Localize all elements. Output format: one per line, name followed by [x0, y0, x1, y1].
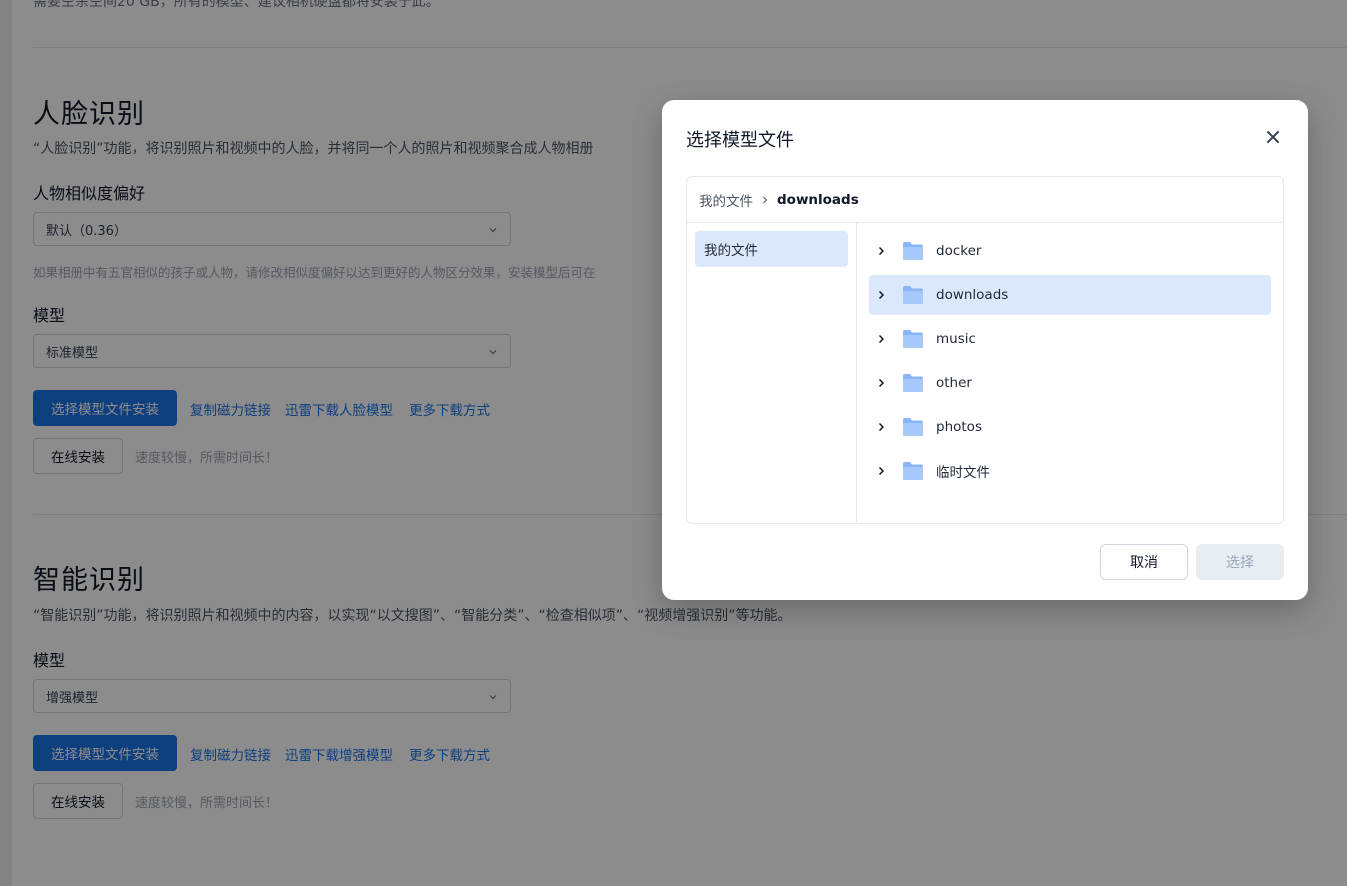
folder-row-photos[interactable]: photos	[869, 407, 1271, 447]
folder-icon	[903, 286, 923, 304]
file-browser: 我的文件 downloads 我的文件 docker downloads mus…	[686, 176, 1284, 524]
chevron-right-icon[interactable]	[876, 378, 886, 388]
sidebar-item-my-files[interactable]: 我的文件	[695, 231, 848, 267]
folder-name: docker	[936, 243, 982, 259]
breadcrumb-item-downloads: downloads	[777, 191, 859, 208]
folder-icon	[903, 462, 923, 480]
folder-icon	[903, 418, 923, 436]
close-icon[interactable]	[1264, 128, 1282, 146]
folder-icon	[903, 330, 923, 348]
folder-name: downloads	[936, 287, 1009, 303]
folder-row-docker[interactable]: docker	[869, 231, 1271, 271]
folder-icon	[903, 374, 923, 392]
chevron-right-icon[interactable]	[876, 246, 886, 256]
chevron-right-icon[interactable]	[876, 290, 886, 300]
cancel-button[interactable]: 取消	[1100, 544, 1188, 580]
folder-name: photos	[936, 419, 982, 435]
folder-row-music[interactable]: music	[869, 319, 1271, 359]
folder-name: other	[936, 375, 972, 391]
folder-row-downloads[interactable]: downloads	[869, 275, 1271, 315]
breadcrumb-item-my-files[interactable]: 我的文件	[699, 190, 753, 210]
chevron-right-icon	[763, 196, 768, 203]
folder-row-other[interactable]: other	[869, 363, 1271, 403]
chevron-right-icon[interactable]	[876, 334, 886, 344]
chevron-right-icon[interactable]	[876, 422, 886, 432]
dialog-title: 选择模型文件	[686, 130, 794, 151]
select-button[interactable]: 选择	[1196, 544, 1284, 580]
chevron-right-icon[interactable]	[876, 466, 886, 476]
folder-icon	[903, 242, 923, 260]
page: 需要空余空间20 GB，所有的模型、建议相机硬盘都将安装于此。 人脸识别 “人脸…	[0, 0, 1347, 886]
location-sidebar: 我的文件	[687, 223, 857, 523]
folder-row-temp[interactable]: 临时文件	[869, 451, 1271, 491]
breadcrumb: 我的文件 downloads	[687, 177, 1283, 223]
folder-name: music	[936, 331, 976, 347]
select-model-file-dialog: 选择模型文件 我的文件 downloads 我的文件 docker downlo…	[662, 100, 1308, 600]
folder-list: docker downloads music other photos 临时文件	[857, 223, 1283, 523]
folder-name: 临时文件	[936, 465, 990, 481]
